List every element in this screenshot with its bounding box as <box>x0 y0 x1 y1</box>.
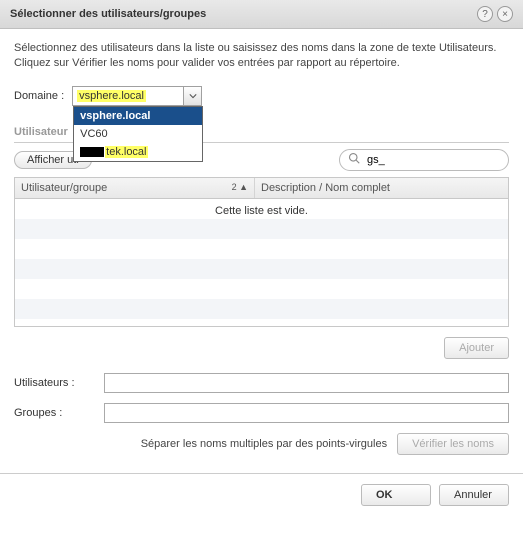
domain-option-vc60[interactable]: VC60 <box>74 125 202 143</box>
cancel-button[interactable]: Annuler <box>439 484 509 506</box>
chevron-down-icon <box>183 87 201 105</box>
grid-header: Utilisateur/groupe 2 ▲ Description / Nom… <box>15 178 508 199</box>
help-button[interactable]: ? <box>477 6 493 22</box>
domain-label: Domaine : <box>14 90 64 102</box>
redacted-icon <box>80 147 104 157</box>
grid-body: Cette liste est vide. <box>15 199 508 326</box>
add-button[interactable]: Ajouter <box>444 337 509 359</box>
dialog-titlebar: Sélectionner des utilisateurs/groupes ? … <box>0 0 523 29</box>
instructions-text: Sélectionnez des utilisateurs dans la li… <box>14 41 509 72</box>
sort-indicator: 2 ▲ <box>232 182 248 194</box>
close-button[interactable]: × <box>497 6 513 22</box>
domain-option-tek-local[interactable]: tek.local <box>74 143 202 161</box>
domain-option-suffix: tek.local <box>105 146 147 158</box>
domain-option-vsphere-local[interactable]: vsphere.local <box>74 107 202 125</box>
search-field-wrap[interactable] <box>339 149 509 171</box>
groups-field[interactable] <box>104 403 509 423</box>
dialog-title: Sélectionner des utilisateurs/groupes <box>10 8 473 20</box>
results-grid: Utilisateur/groupe 2 ▲ Description / Nom… <box>14 177 509 327</box>
grid-empty-text: Cette liste est vide. <box>15 199 508 217</box>
search-input[interactable] <box>365 153 500 167</box>
domain-dropdown: vsphere.local VC60 tek.local <box>73 106 203 162</box>
verify-names-button[interactable]: Vérifier les noms <box>397 433 509 455</box>
grid-col-user-group[interactable]: Utilisateur/groupe 2 ▲ <box>15 178 255 198</box>
grid-col-description[interactable]: Description / Nom complet <box>255 178 508 198</box>
groups-field-label: Groupes : <box>14 407 104 419</box>
search-icon <box>348 152 360 167</box>
domain-select[interactable]: vsphere.local vsphere.local VC60 tek.loc… <box>72 86 202 106</box>
ok-button[interactable]: OK <box>361 484 431 506</box>
dialog-footer: OK Annuler <box>0 473 523 516</box>
separator-hint: Séparer les noms multiples par des point… <box>14 438 397 450</box>
domain-select-value: vsphere.local <box>77 90 146 102</box>
users-field-label: Utilisateurs : <box>14 377 104 389</box>
users-field[interactable] <box>104 373 509 393</box>
